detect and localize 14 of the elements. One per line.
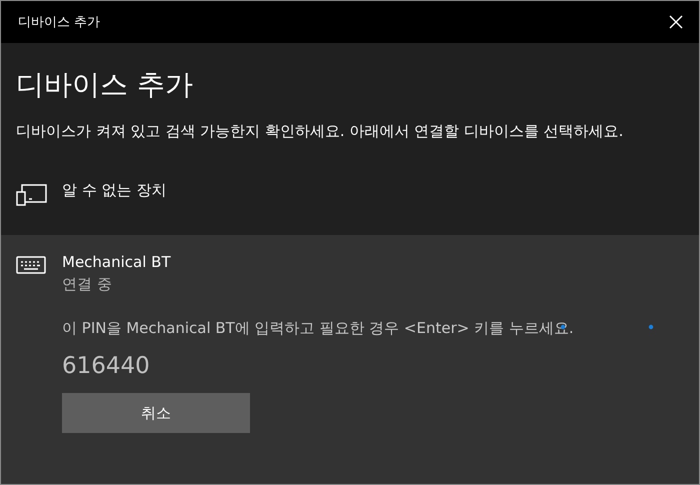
device-name: Mechanical BT bbox=[62, 252, 172, 273]
description-text: 디바이스가 켜져 있고 검색 가능한지 확인하세요. 아래에서 연결할 디바이스를 선택하세요. bbox=[16, 121, 624, 142]
pin-code: 616440 bbox=[62, 353, 151, 379]
device-item[interactable]: 알 수 없는 장치 bbox=[1, 163, 699, 235]
device-name: 알 수 없는 장치 bbox=[62, 180, 168, 201]
devices-icon bbox=[16, 183, 48, 207]
pin-instruction: 이 PIN을 Mechanical BT에 입력하고 필요한 경우 <Enter> 키를 누르세요. bbox=[62, 318, 574, 339]
keyboard-icon bbox=[16, 255, 46, 275]
close-icon bbox=[669, 15, 683, 29]
device-item[interactable]: Mechanical BT 연결 중 이 PIN을 Mechanical BT에 입력하고 필요한 경우 <Enter> 키를 누르세요. 616440 취소 bbox=[1, 235, 699, 484]
device-status: 연결 중 bbox=[62, 274, 113, 295]
window-title: 디바이스 추가 bbox=[18, 14, 100, 31]
cancel-button[interactable]: 취소 bbox=[62, 393, 250, 433]
page-heading: 디바이스 추가 bbox=[16, 67, 194, 103]
